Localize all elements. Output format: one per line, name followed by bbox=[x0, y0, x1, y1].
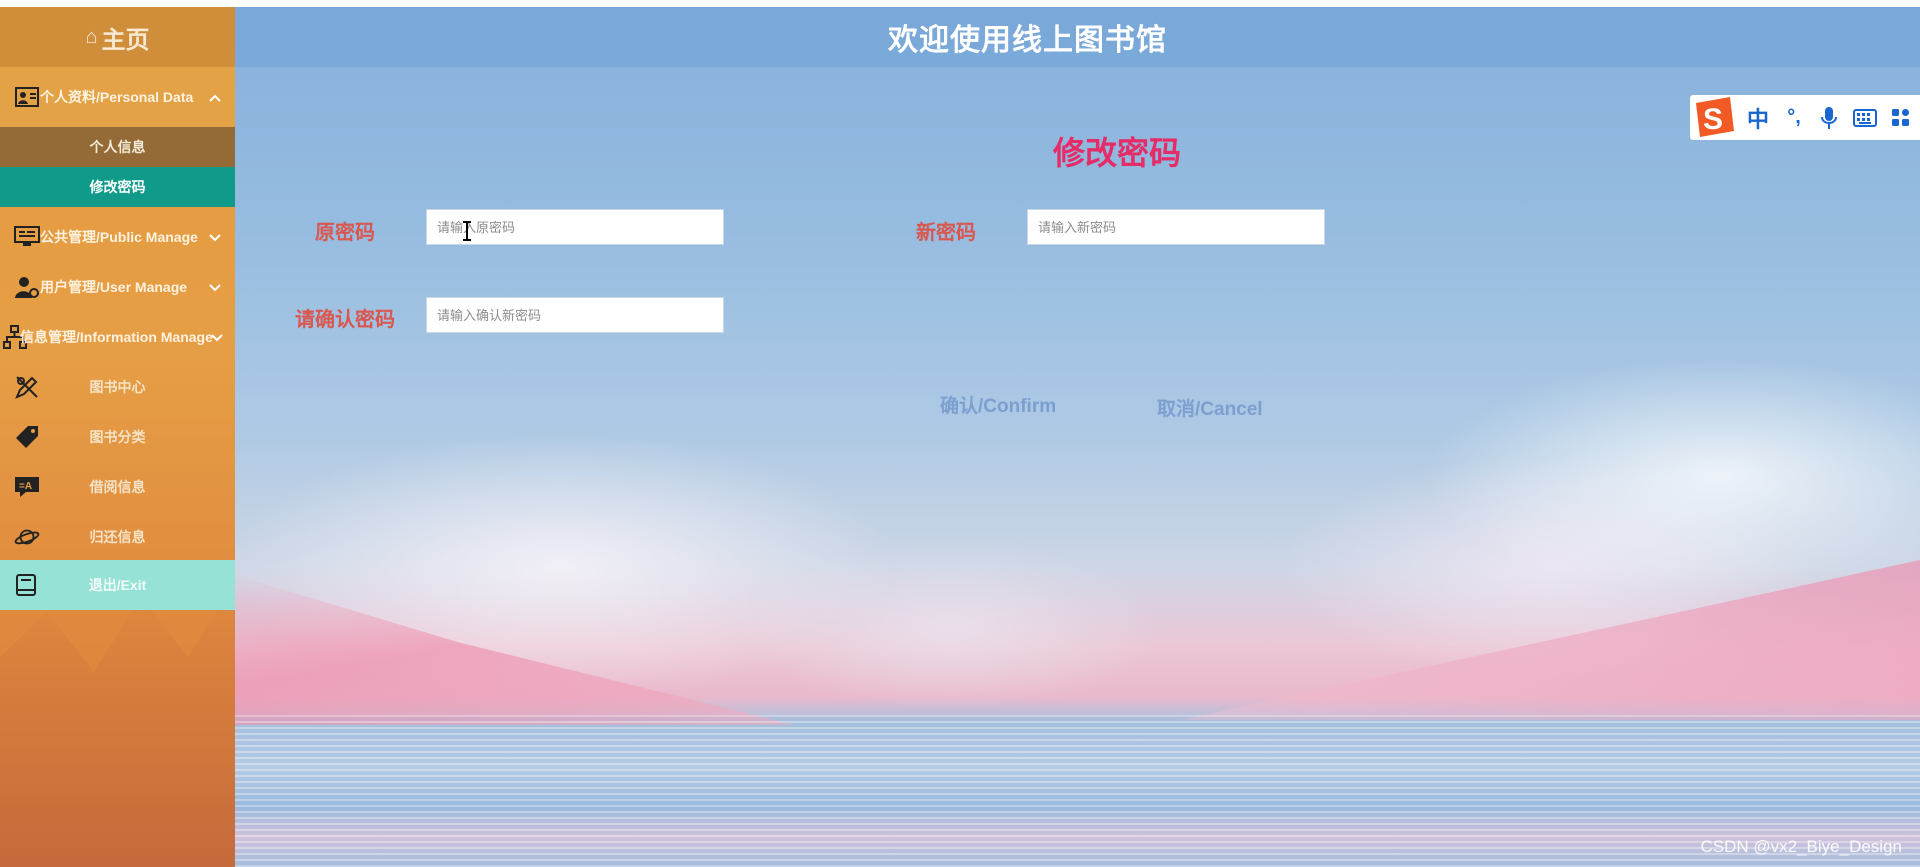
old-password-label: 原密码 bbox=[315, 222, 375, 244]
sidebar-item-label: 图书分类 bbox=[89, 429, 146, 445]
header-bar: 欢迎使用线上图书馆 bbox=[235, 7, 1920, 67]
submenu-item-label: 个人信息 bbox=[89, 139, 146, 155]
sidebar-group-label: 信息管理/Information Manage bbox=[20, 329, 213, 345]
confirm-password-input[interactable] bbox=[426, 297, 724, 333]
keyboard-icon[interactable] bbox=[1850, 95, 1880, 140]
sidebar-item-label: 退出/Exit bbox=[88, 577, 147, 593]
sidebar-group-personal-data[interactable]: 个人资料/Personal Data bbox=[0, 67, 235, 127]
sidebar-item-label: 图书中心 bbox=[89, 379, 146, 395]
monitor-icon bbox=[14, 224, 40, 250]
sogou-logo-icon[interactable]: S bbox=[1690, 93, 1736, 139]
sidebar-group-information-manage[interactable]: 信息管理/Information Manage bbox=[0, 312, 235, 362]
sidebar-group-label: 用户管理/User Manage bbox=[40, 279, 188, 295]
user-gear-icon bbox=[14, 274, 40, 300]
chevron-up-icon bbox=[209, 89, 221, 105]
chevron-down-icon bbox=[209, 279, 221, 295]
confirm-password-label: 请确认密码 bbox=[295, 309, 395, 331]
id-card-icon bbox=[14, 84, 40, 110]
new-password-label: 新密码 bbox=[916, 222, 976, 244]
text-cursor-icon bbox=[461, 221, 473, 241]
sidebar-item-return-info[interactable]: 归还信息 bbox=[0, 512, 235, 562]
sidebar-mountain-decoration bbox=[0, 582, 235, 867]
sidebar-item-book-center[interactable]: 图书中心 bbox=[0, 362, 235, 412]
apps-grid-icon[interactable] bbox=[1886, 95, 1916, 140]
submenu-item-personal-info[interactable]: 个人信息 bbox=[0, 127, 235, 167]
background-sea bbox=[235, 715, 1920, 867]
sidebar-group-label: 个人资料/Personal Data bbox=[40, 89, 194, 105]
chevron-down-icon bbox=[211, 329, 223, 345]
chevron-down-icon bbox=[209, 229, 221, 245]
watermark: CSDN @vx2_Biye_Design bbox=[1700, 837, 1902, 856]
sidebar-item-book-category[interactable]: 图书分类 bbox=[0, 412, 235, 462]
sidebar-item-label: 归还信息 bbox=[89, 529, 146, 545]
ime-toolbar: S 中 °, bbox=[1690, 95, 1920, 140]
sidebar-item-borrow-info[interactable]: =A 借阅信息 bbox=[0, 462, 235, 512]
submenu-item-label: 修改密码 bbox=[89, 179, 146, 195]
confirm-button[interactable]: 确认/Confirm bbox=[940, 391, 1056, 418]
home-icon: ⌂ bbox=[85, 25, 98, 48]
sidebar-item-label: 借阅信息 bbox=[89, 479, 146, 495]
new-password-input[interactable] bbox=[1027, 209, 1325, 245]
ime-mode-toggle[interactable]: 中 bbox=[1742, 95, 1774, 140]
page-title: 欢迎使用线上图书馆 bbox=[888, 24, 1167, 57]
sidebar-home[interactable]: ⌂ 主页 bbox=[0, 7, 235, 67]
submenu-item-change-password[interactable]: 修改密码 bbox=[0, 167, 235, 207]
sidebar-group-user-manage[interactable]: 用户管理/User Manage bbox=[0, 262, 235, 312]
ime-punctuation-toggle[interactable]: °, bbox=[1778, 95, 1810, 140]
form-title: 修改密码 bbox=[1053, 135, 1182, 171]
sidebar-group-label: 公共管理/Public Manage bbox=[40, 229, 198, 245]
cancel-button[interactable]: 取消/Cancel bbox=[1157, 394, 1263, 421]
top-border bbox=[0, 0, 1920, 7]
home-label: 主页 bbox=[101, 26, 150, 54]
sidebar-group-public-manage[interactable]: 公共管理/Public Manage bbox=[0, 212, 235, 262]
sidebar-item-exit[interactable]: 退出/Exit bbox=[0, 560, 235, 610]
sidebar: ⌂ 主页 个人资料/Personal Data 个人信息 修改密码 公共管理/P… bbox=[0, 7, 235, 867]
microphone-icon[interactable] bbox=[1814, 95, 1844, 140]
svg-text:S: S bbox=[1703, 103, 1723, 136]
